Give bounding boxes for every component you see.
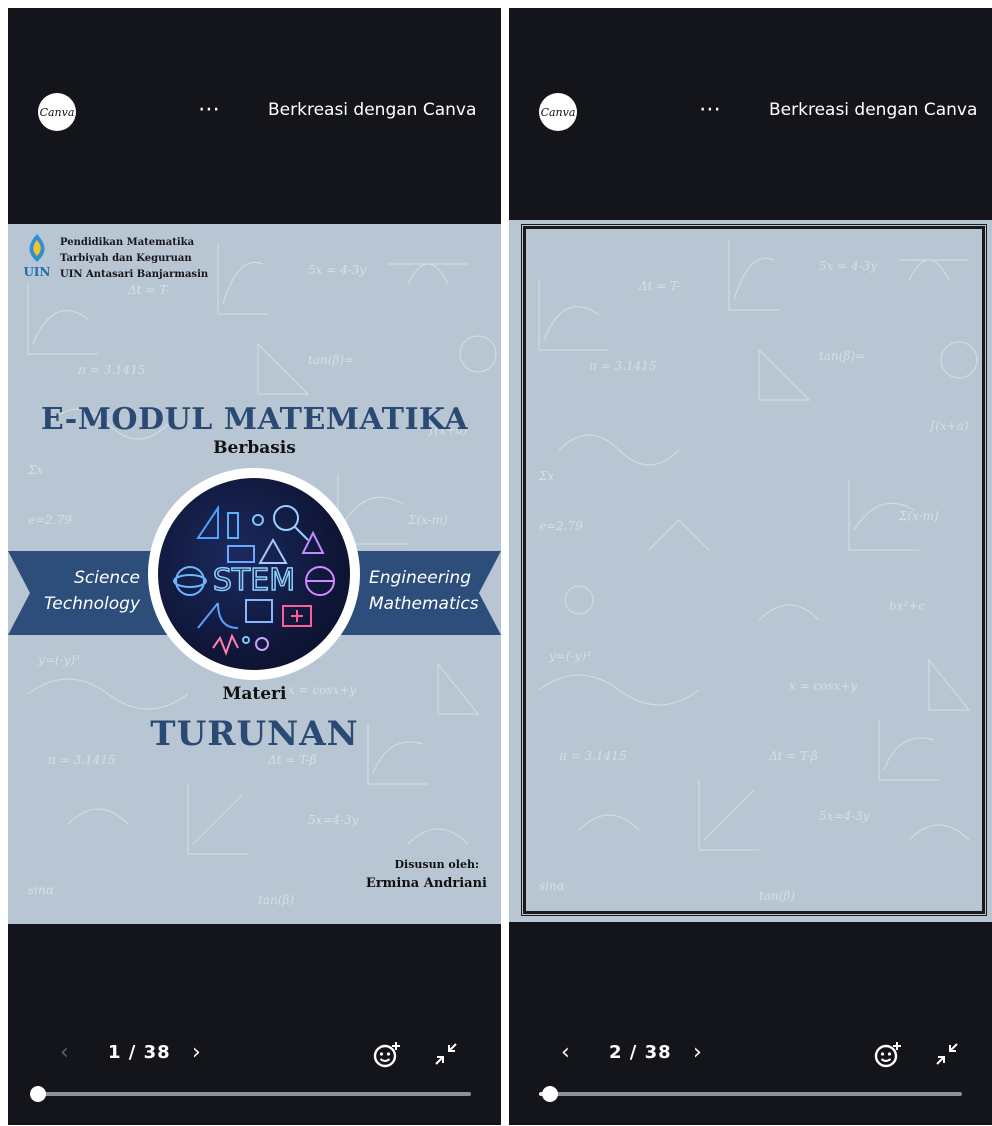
more-options-icon[interactable]: ⋯ bbox=[699, 97, 722, 123]
document-page-2: Δt = T- 5x = 4-3y π = 3.1415 tan(β)= Σx ∫(x… bbox=[509, 220, 992, 922]
canva-logo[interactable]: Canva bbox=[539, 93, 577, 131]
module-title: E-MODUL MATEMATIKA bbox=[40, 402, 469, 437]
document-page-1: Δt = T- 5x = 4-3y π = 3.1415 tan(β)= Σx ∫(x… bbox=[8, 224, 501, 924]
viewer-topbar: Canva ⋯ Berkreasi dengan Canva bbox=[8, 80, 501, 140]
svg-text:5x=4-3y: 5x=4-3y bbox=[308, 813, 359, 827]
ribbon-science: Science bbox=[74, 568, 140, 588]
ribbon-technology: Technology bbox=[43, 594, 140, 614]
add-reaction-icon[interactable] bbox=[372, 1040, 402, 1070]
topic-title: TURUNAN bbox=[150, 714, 359, 754]
author-label: Disusun oleh: bbox=[394, 858, 480, 871]
page-frame bbox=[523, 226, 985, 914]
ribbon-engineering: Engineering bbox=[369, 568, 471, 588]
module-subtitle: Berbasis bbox=[213, 438, 296, 458]
ribbon-mathematics: Mathematics bbox=[369, 594, 479, 614]
institution-line-2: Tarbiyah dan Keguruan bbox=[60, 253, 192, 264]
exit-fullscreen-icon[interactable] bbox=[432, 1040, 460, 1068]
svg-text:e=2.79: e=2.79 bbox=[28, 513, 72, 527]
exit-fullscreen-icon[interactable] bbox=[933, 1040, 961, 1068]
page-indicator: 2 / 38 bbox=[609, 1042, 672, 1063]
institution-line-3: UIN Antasari Banjarmasin bbox=[60, 269, 209, 280]
svg-text:sinα: sinα bbox=[28, 883, 54, 897]
brand-link[interactable]: Berkreasi dengan Canva bbox=[268, 100, 476, 120]
progress-knob[interactable] bbox=[30, 1086, 46, 1102]
svg-text:π = 3.1415: π = 3.1415 bbox=[47, 753, 116, 767]
add-reaction-icon[interactable] bbox=[873, 1040, 903, 1070]
svg-text:Σ(x-m): Σ(x-m) bbox=[407, 513, 448, 527]
svg-text:Σx: Σx bbox=[27, 463, 43, 477]
prev-page-button[interactable]: ‹ bbox=[561, 1040, 570, 1066]
viewer-panel-right: Canva ⋯ Berkreasi dengan Canva Δt = T- 5x… bbox=[509, 8, 992, 1125]
svg-text:5x = 4-3y: 5x = 4-3y bbox=[308, 263, 366, 277]
institution-header: UIN Pendidikan Matematika Tarbiyah dan K… bbox=[20, 232, 208, 283]
svg-text:Δt = T-β: Δt = T-β bbox=[267, 753, 317, 767]
materi-label: Materi bbox=[222, 684, 287, 704]
viewer-controls: ‹ 1 / 38 › bbox=[8, 1038, 501, 1072]
viewer-panel-left: Canva ⋯ Berkreasi dengan Canva Δt = T- 5x… bbox=[8, 8, 501, 1125]
stem-emblem: STEM bbox=[158, 478, 350, 670]
svg-text:tan(β): tan(β) bbox=[258, 893, 294, 907]
institution-line-1: Pendidikan Matematika bbox=[60, 237, 195, 248]
svg-text:y=(-y)³: y=(-y)³ bbox=[37, 653, 80, 667]
progress-track[interactable] bbox=[539, 1086, 962, 1102]
next-page-button[interactable]: › bbox=[693, 1040, 702, 1066]
author-name: Ermina Andriani bbox=[365, 876, 487, 891]
uin-logo: UIN bbox=[20, 232, 54, 280]
svg-text:UIN: UIN bbox=[23, 265, 50, 279]
svg-text:STEM: STEM bbox=[213, 563, 295, 598]
canva-logo[interactable]: Canva bbox=[38, 93, 76, 131]
more-options-icon[interactable]: ⋯ bbox=[198, 97, 221, 123]
viewer-topbar: Canva ⋯ Berkreasi dengan Canva bbox=[509, 80, 992, 140]
prev-page-button[interactable]: ‹ bbox=[60, 1040, 69, 1066]
svg-text:tan(β)=: tan(β)= bbox=[308, 353, 354, 367]
viewer-controls: ‹ 2 / 38 › bbox=[509, 1038, 992, 1072]
progress-knob[interactable] bbox=[541, 1086, 558, 1102]
next-page-button[interactable]: › bbox=[192, 1040, 201, 1066]
page-indicator: 1 / 38 bbox=[108, 1042, 171, 1063]
progress-track[interactable] bbox=[30, 1086, 471, 1102]
brand-link[interactable]: Berkreasi dengan Canva bbox=[769, 100, 977, 120]
svg-text:π = 3.1415: π = 3.1415 bbox=[77, 363, 146, 377]
svg-text:Δt = T-: Δt = T- bbox=[127, 283, 170, 297]
